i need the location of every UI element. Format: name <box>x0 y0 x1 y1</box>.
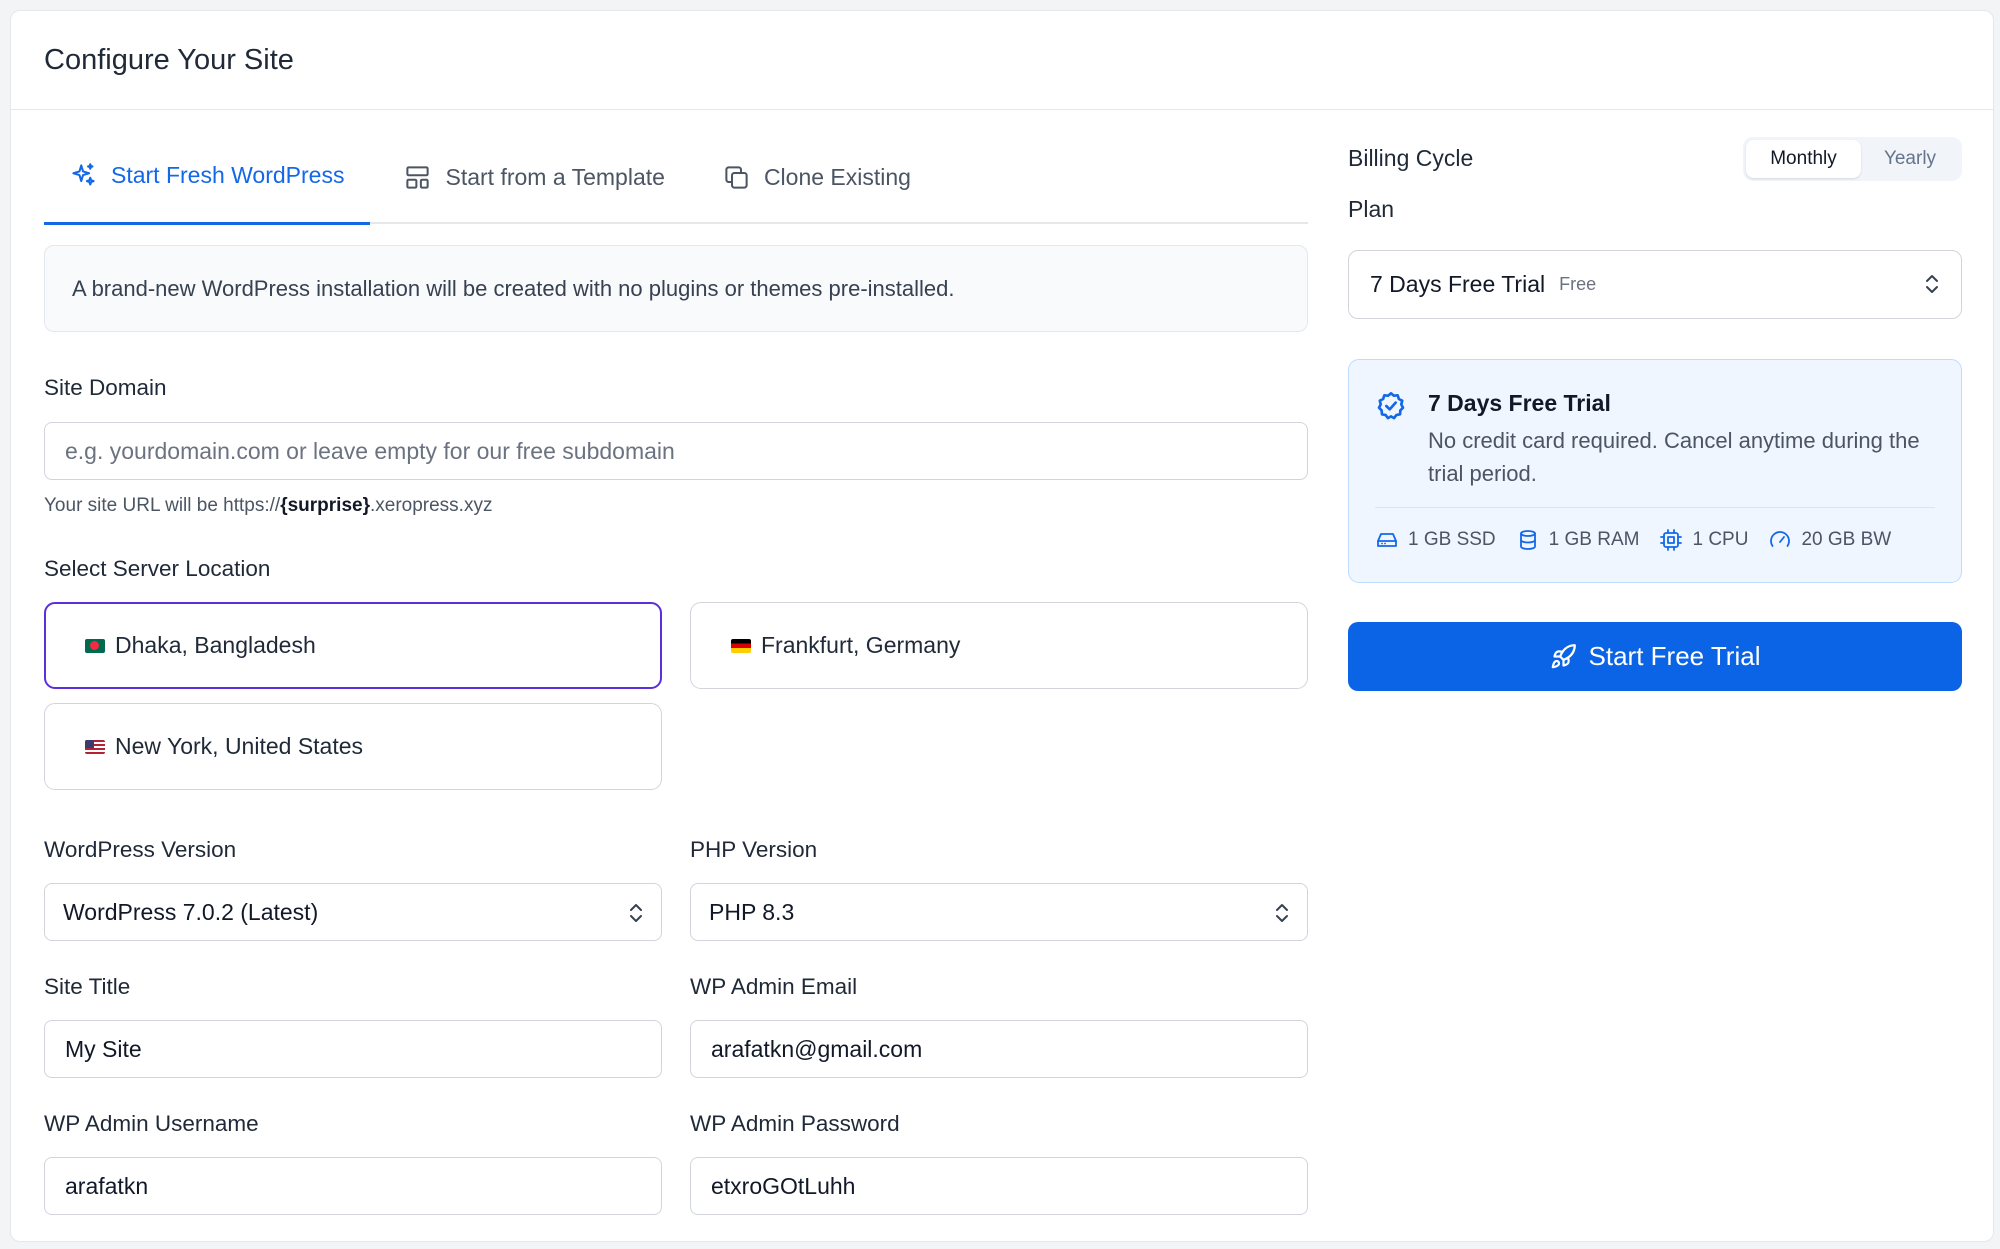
spec-text: 1 GB RAM <box>1548 529 1640 550</box>
admin-username-input[interactable] <box>44 1157 662 1215</box>
spec-storage: 1 GB SSD <box>1375 528 1496 552</box>
hint-suffix: .xeropress.xyz <box>369 495 493 516</box>
page-title: Configure Your Site <box>44 43 294 76</box>
site-title-input[interactable] <box>44 1020 662 1078</box>
location-frankfurt[interactable]: Frankfurt, Germany <box>690 602 1308 689</box>
trial-summary-box: 7 Days Free Trial No credit card require… <box>1348 359 1962 583</box>
location-name: Frankfurt, Germany <box>761 632 961 658</box>
site-title-label: Site Title <box>44 974 131 999</box>
php-version-label: PHP Version <box>690 837 818 862</box>
start-free-trial-button[interactable]: Start Free Trial <box>1348 622 1962 691</box>
template-icon <box>406 165 430 189</box>
gauge-icon <box>1770 531 1791 547</box>
tab-start-fresh[interactable]: Start Fresh WordPress <box>44 129 371 225</box>
spec-bandwidth: 20 GB BW <box>1768 528 1891 552</box>
tab-label: Clone Existing <box>763 163 911 190</box>
admin-email-label: WP Admin Email <box>690 974 858 999</box>
wp-version-value: WordPress 7.0.2 (Latest) <box>63 898 319 925</box>
plan-label: Plan <box>1348 196 1395 222</box>
germany-flag-icon <box>731 638 751 653</box>
plan-name: 7 Days Free Trial <box>1370 271 1546 297</box>
trial-title: 7 Days Free Trial <box>1428 390 1611 416</box>
plan-select[interactable]: 7 Days Free Trial Free <box>1348 250 1962 319</box>
spec-text: 1 CPU <box>1692 529 1749 550</box>
trial-description: No credit card required. Cancel anytime … <box>1428 428 1920 486</box>
location-new-york[interactable]: New York, United States <box>44 703 662 790</box>
info-box: A brand-new WordPress installation will … <box>44 245 1308 332</box>
chevron-up-down-icon <box>625 901 647 925</box>
hint-prefix: Your site URL will be https:// <box>44 495 281 516</box>
billing-monthly-button[interactable]: Monthly <box>1746 140 1861 178</box>
cpu-icon <box>1660 529 1683 551</box>
server-location-label: Select Server Location <box>44 556 271 581</box>
info-text: A brand-new WordPress installation will … <box>72 275 955 301</box>
location-dhaka[interactable]: Dhaka, Bangladesh <box>44 602 662 689</box>
location-name: New York, United States <box>115 733 364 759</box>
billing-cycle-toggle: Monthly Yearly <box>1743 137 1962 181</box>
chevron-up-down-icon <box>1271 901 1293 925</box>
card-body: Start Fresh WordPress Start from a Templ… <box>11 110 1993 1241</box>
spec-cpu: 1 CPU <box>1659 528 1748 552</box>
plan-price-badge: Free <box>1559 274 1597 294</box>
card-header: Configure Your Site <box>11 11 1993 110</box>
wp-version-label: WordPress Version <box>44 837 237 862</box>
php-version-select[interactable]: PHP 8.3 <box>690 883 1308 941</box>
cta-label: Start Free Trial <box>1588 641 1761 671</box>
hint-subdomain: {surprise} <box>280 495 370 516</box>
tab-label: Start from a Template <box>445 163 665 190</box>
us-flag-icon <box>85 739 105 754</box>
source-tabs: Start Fresh WordPress Start from a Templ… <box>44 128 1308 225</box>
spec-text: 1 GB SSD <box>1408 529 1496 550</box>
location-name: Dhaka, Bangladesh <box>115 632 316 658</box>
tab-template[interactable]: Start from a Template <box>380 129 688 225</box>
admin-username-label: WP Admin Username <box>44 1111 259 1136</box>
bangladesh-flag-icon <box>85 638 105 653</box>
site-domain-input[interactable] <box>44 422 1308 480</box>
divider <box>1375 507 1935 508</box>
badge-check-icon <box>1375 390 1407 422</box>
tab-clone[interactable]: Clone Existing <box>699 129 935 225</box>
rocket-icon <box>1551 644 1576 669</box>
site-domain-label: Site Domain <box>44 375 167 400</box>
spec-text: 20 GB BW <box>1801 529 1892 550</box>
spec-ram: 1 GB RAM <box>1516 528 1640 552</box>
tab-label: Start Fresh WordPress <box>111 162 345 188</box>
wp-version-select[interactable]: WordPress 7.0.2 (Latest) <box>44 883 662 941</box>
plan-specs: 1 GB SSD 1 GB RAM 1 CPU 20 GB BW <box>1375 528 1911 552</box>
admin-email-input[interactable] <box>690 1020 1308 1078</box>
drive-icon <box>1377 533 1397 547</box>
chevron-up-down-icon <box>1921 272 1943 301</box>
sparkles-icon <box>72 163 95 186</box>
database-icon <box>1519 530 1536 550</box>
configure-site-card: Configure Your Site Start Fresh WordPres… <box>10 10 1994 1242</box>
admin-password-input[interactable] <box>690 1157 1308 1215</box>
copy-icon <box>725 165 748 189</box>
php-version-value: PHP 8.3 <box>709 898 795 925</box>
site-url-hint: Your site URL will be https://{surprise}… <box>44 495 492 517</box>
admin-password-label: WP Admin Password <box>690 1111 900 1136</box>
billing-yearly-button[interactable]: Yearly <box>1861 140 1959 178</box>
billing-cycle-label: Billing Cycle <box>1348 145 1474 171</box>
